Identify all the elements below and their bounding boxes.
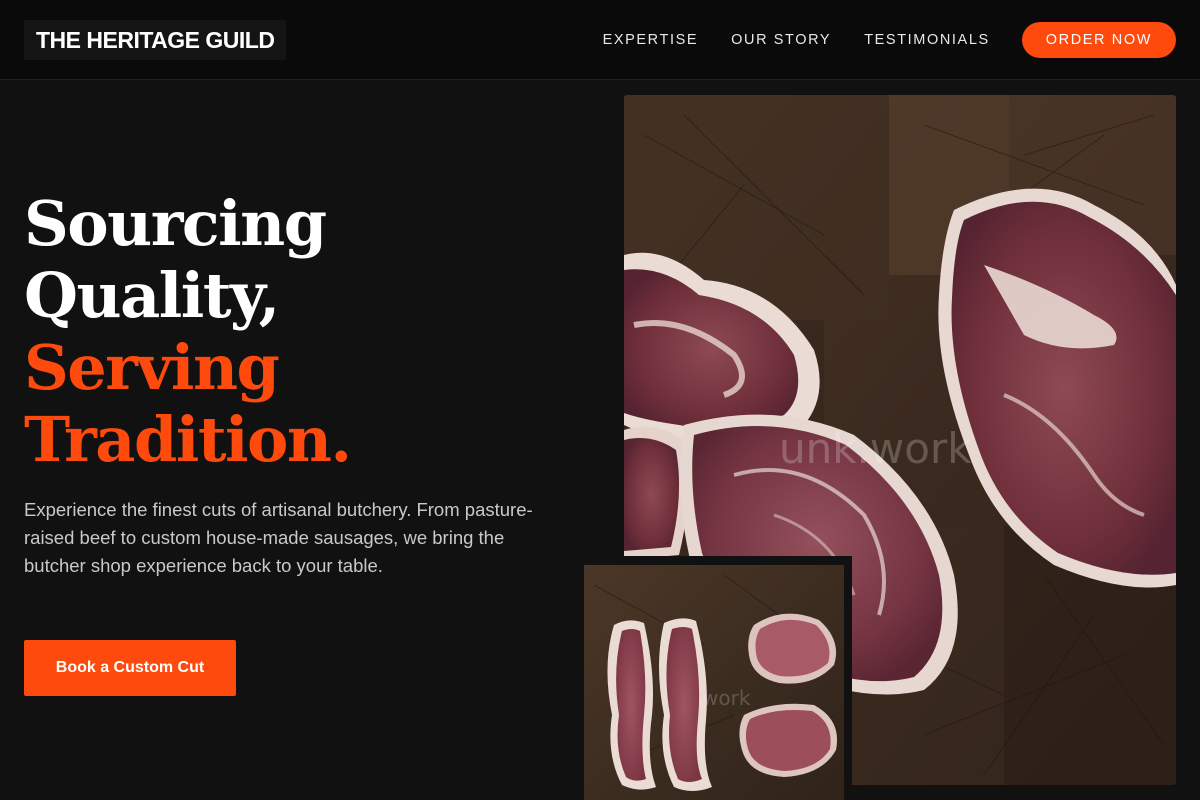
headline-line-sourcing: Sourcing <box>24 187 327 260</box>
svg-text:work: work <box>702 686 751 710</box>
main-nav: EXPERTISE OUR STORY TESTIMONIALS ORDER N… <box>603 22 1176 58</box>
nav-link-testimonials[interactable]: TESTIMONIALS <box>864 32 990 48</box>
svg-text:unk.work: unk.work <box>779 424 972 473</box>
headline-line-serving: Serving <box>24 331 280 404</box>
thumbnail-steak-photo: work <box>584 565 844 800</box>
hero-description: Experience the finest cuts of artisanal … <box>24 499 533 576</box>
site-header: THE HERITAGE GUILD EXPERTISE OUR STORY T… <box>0 0 1200 80</box>
book-custom-cut-button[interactable]: Book a Custom Cut <box>24 640 236 696</box>
nav-link-our-story[interactable]: OUR STORY <box>731 32 831 48</box>
order-now-button[interactable]: ORDER NOW <box>1021 22 1176 58</box>
headline-line-tradition: Tradition. <box>24 403 352 476</box>
hero-headline: Sourcing Quality, Serving Tradition. <box>24 187 352 476</box>
headline-line-quality: Quality, <box>24 259 280 332</box>
brand-logo[interactable]: THE HERITAGE GUILD <box>24 20 287 60</box>
nav-link-expertise[interactable]: EXPERTISE <box>603 32 699 48</box>
